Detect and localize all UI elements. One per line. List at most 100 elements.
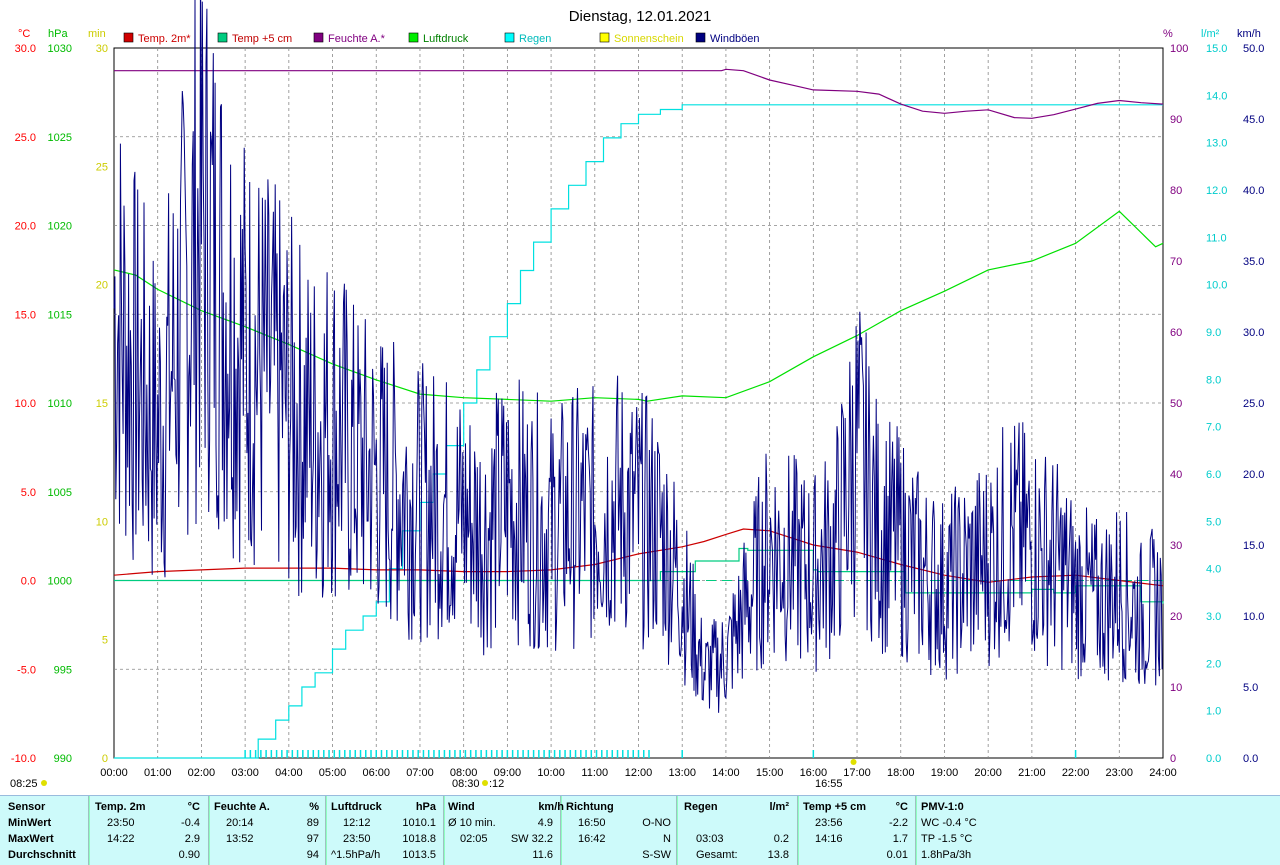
tick-rain: 5.0 (1206, 516, 1221, 528)
stats-regen-value: 0.2 (773, 833, 789, 845)
stats-feuchte-value: 94 (306, 849, 319, 861)
stats-temp2m-time: 14:22 (107, 833, 135, 845)
stats-wind-value: SW 32.2 (510, 833, 553, 845)
legend-label: Regen (519, 33, 551, 45)
stats-richtung-value: O-NO (642, 817, 671, 829)
stats-temp2m-value: 2.9 (184, 833, 200, 845)
stats-feuchte-time: 13:52 (226, 833, 254, 845)
tick-min: 30 (96, 43, 108, 55)
tick-pct: 40 (1170, 469, 1182, 481)
stats-panel: Sensor MinWert MaxWert Durchschnitt Temp. 2m… (0, 795, 1280, 865)
tick-hpa: 1010 (48, 398, 72, 410)
tick-rain: 4.0 (1206, 564, 1221, 576)
legend-label: Temp +5 cm (232, 33, 292, 45)
tick-rain: 2.0 (1206, 658, 1221, 670)
tick-hpa: 1025 (48, 132, 72, 144)
stats-richtung-value: N (663, 833, 671, 845)
legend-label: Sonnenschein (614, 33, 684, 45)
tick-pct: 0 (1170, 753, 1176, 765)
stats-header-temp2m: Temp. 2m (95, 801, 146, 813)
unit-temp: °C (18, 28, 30, 40)
sunset-icon (850, 759, 857, 765)
tick-wind: 15.0 (1243, 540, 1264, 552)
tick-time: 17:00 (843, 767, 871, 779)
tick-time: 01:00 (144, 767, 172, 779)
tick-wind: 25.0 (1243, 398, 1264, 410)
stats-temp5-value: 0.01 (886, 849, 908, 861)
tick-rain: 13.0 (1206, 138, 1227, 150)
tick-rain: 11.0 (1206, 232, 1227, 244)
tick-rain: 7.0 (1206, 422, 1221, 434)
legend-label: Feuchte A.* (328, 33, 386, 45)
tick-time: 20:00 (974, 767, 1002, 779)
tick-min: 20 (96, 280, 108, 292)
tick-hpa: 1020 (48, 221, 72, 233)
tick-pct: 20 (1170, 611, 1182, 623)
stats-header-wind: Wind (448, 801, 475, 813)
stats-header-temp5: Temp +5 cm (803, 801, 867, 813)
sun-mid2-label: :12 (489, 778, 504, 790)
tick-time: 10:00 (537, 767, 565, 779)
stats-temp5-value: 1.7 (892, 833, 908, 845)
tick-wind: 50.0 (1243, 43, 1264, 55)
legend-swatch (123, 32, 134, 43)
sun-mid-icon (482, 780, 488, 786)
tick-time: 18:00 (887, 767, 915, 779)
chart-title: Dienstag, 12.01.2021 (569, 8, 712, 25)
tick-hpa: 1005 (48, 487, 72, 499)
stats-wind-value: 4.9 (537, 817, 553, 829)
unit-hpa: hPa (48, 28, 68, 40)
tick-rain: 6.0 (1206, 469, 1221, 481)
stats-header-feuchte: Feuchte A. (214, 801, 270, 813)
stats-unit-luft: hPa (415, 801, 436, 813)
stats-row-label: MaxWert (8, 833, 54, 845)
stats-wind-value: 11.6 (532, 849, 553, 861)
legend-swatch (313, 32, 324, 43)
stats-feuchte-time: 20:14 (226, 817, 254, 829)
unit-rain: l/m² (1201, 28, 1220, 40)
tick-pct: 30 (1170, 540, 1182, 552)
stats-unit-wind: km/h (538, 801, 564, 813)
legend-label: Windböen (710, 33, 760, 45)
tick-time: 04:00 (275, 767, 303, 779)
legend-swatch (217, 32, 228, 43)
tick-time: 14:00 (712, 767, 740, 779)
stats-unit-feuchte: % (309, 801, 319, 813)
tick-hpa: 995 (54, 664, 72, 676)
stats-regen-value: 13.8 (767, 849, 789, 861)
stats-temp5-value: -2.2 (889, 817, 908, 829)
stats-separator (797, 796, 799, 865)
tick-pct: 10 (1170, 682, 1182, 694)
stats-header-sensor: Sensor (8, 801, 46, 813)
stats-luft-time: 12:12 (343, 817, 371, 829)
tick-temp: 30.0 (15, 43, 36, 55)
stats-separator (325, 796, 327, 865)
stats-unit-temp5: °C (895, 801, 908, 813)
legend-swatch (599, 32, 610, 43)
tick-rain: 0.0 (1206, 753, 1221, 765)
stats-luft-time: 23:50 (343, 833, 371, 845)
tick-rain: 12.0 (1206, 185, 1227, 197)
stats-row-label: MinWert (8, 817, 52, 829)
tick-time: 15:00 (756, 767, 784, 779)
tick-rain: 8.0 (1206, 374, 1221, 386)
tick-time: 00:00 (100, 767, 128, 779)
sunset-label: 16:55 (815, 778, 843, 790)
tick-time: 06:00 (362, 767, 390, 779)
stats-temp2m-value: 0.90 (178, 849, 200, 861)
tick-pct: 80 (1170, 185, 1182, 197)
stats-separator (676, 796, 678, 865)
tick-min: 15 (96, 398, 108, 410)
unit-pct: % (1163, 28, 1173, 40)
tick-wind: 45.0 (1243, 114, 1264, 126)
tick-wind: 20.0 (1243, 469, 1264, 481)
stats-wind-time: 02:05 (460, 833, 488, 845)
legend-label: Luftdruck (423, 33, 469, 45)
tick-time: 21:00 (1018, 767, 1046, 779)
legend-swatch (695, 32, 706, 43)
stats-regen-time: 03:03 (696, 833, 724, 845)
tick-wind: 35.0 (1243, 256, 1264, 268)
sun-mid-label: 08:30 (452, 778, 480, 790)
stats-header-luft: Luftdruck (331, 801, 382, 813)
stats-luft-value: 1013.5 (402, 849, 436, 861)
